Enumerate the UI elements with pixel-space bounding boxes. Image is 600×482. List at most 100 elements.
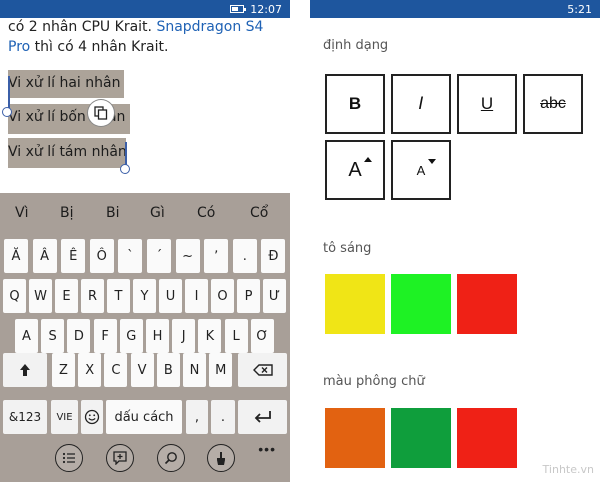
document-link[interactable]: Snapdragon S4 xyxy=(156,19,263,35)
key[interactable]: R xyxy=(81,279,104,313)
right-phone-screen: 5:21 định dạng B I U abc A A tô sáng màu… xyxy=(310,0,600,482)
comment-icon[interactable] xyxy=(106,444,134,472)
underline-label: U xyxy=(480,94,494,113)
more-options-icon[interactable]: ••• xyxy=(258,441,276,457)
selection-start-handle[interactable] xyxy=(2,107,12,117)
key[interactable]: Ê xyxy=(61,239,86,273)
selection-end-handle[interactable] xyxy=(120,164,130,174)
font-color-green-swatch[interactable] xyxy=(391,408,451,468)
space-key[interactable]: dấu cách xyxy=(106,400,182,434)
format-brush-icon[interactable] xyxy=(207,444,235,472)
font-color-orange-swatch[interactable] xyxy=(325,408,385,468)
document-line: có 2 nhân CPU Krait. Snapdragon S4 xyxy=(8,19,263,35)
key[interactable]: Đ xyxy=(261,239,286,273)
strikethrough-label: abc xyxy=(540,95,566,112)
key[interactable]: ` xyxy=(118,239,143,273)
key[interactable]: O xyxy=(211,279,234,313)
key[interactable]: H xyxy=(146,319,169,353)
underline-button[interactable]: U xyxy=(457,74,517,134)
key[interactable]: V xyxy=(130,353,154,387)
key[interactable]: W xyxy=(29,279,52,313)
period-key[interactable]: . xyxy=(211,400,235,434)
key[interactable]: A xyxy=(15,319,38,353)
emoji-icon xyxy=(84,409,100,425)
enter-key[interactable] xyxy=(238,400,287,434)
key[interactable]: N xyxy=(183,353,206,387)
highlight-yellow-swatch[interactable] xyxy=(325,274,385,334)
highlight-red-swatch[interactable] xyxy=(457,274,517,334)
shift-key[interactable] xyxy=(3,353,47,387)
key[interactable]: ´ xyxy=(147,239,171,273)
highlight-green-swatch[interactable] xyxy=(391,274,451,334)
enter-icon xyxy=(254,411,271,423)
list-format-icon[interactable] xyxy=(55,444,83,472)
divider-gap xyxy=(290,0,310,482)
backspace-icon xyxy=(252,364,273,376)
selected-line: Vi xử lí tám nhân xyxy=(8,144,127,160)
find-icon[interactable] xyxy=(157,444,185,472)
triangle-up-icon xyxy=(363,156,372,162)
key[interactable]: E xyxy=(55,279,78,313)
document-text: thì có 4 nhân Krait. xyxy=(30,39,169,55)
document-line: Pro thì có 4 nhân Krait. xyxy=(8,39,168,55)
key[interactable]: D xyxy=(67,319,91,353)
key[interactable]: K xyxy=(198,319,222,353)
left-phone-screen: 12:07 có 2 nhân CPU Krait. Snapdragon S4… xyxy=(0,0,290,482)
app-bar: ••• xyxy=(0,439,290,482)
key[interactable]: Y xyxy=(133,279,156,313)
status-bar: 12:07 xyxy=(0,0,290,18)
copy-icon[interactable] xyxy=(88,100,114,126)
key[interactable]: M xyxy=(209,353,233,387)
key[interactable]: G xyxy=(119,319,143,353)
key[interactable]: B xyxy=(156,353,180,387)
key[interactable]: Ô xyxy=(89,239,114,273)
key[interactable]: P xyxy=(237,279,260,313)
strikethrough-button[interactable]: abc xyxy=(523,74,583,134)
shift-arrow-icon xyxy=(20,364,30,376)
suggestion-item[interactable]: Bi xyxy=(106,205,120,221)
key[interactable]: F xyxy=(93,319,117,353)
language-key[interactable]: VIE xyxy=(51,400,78,434)
key[interactable]: Q xyxy=(3,279,26,313)
italic-button[interactable]: I xyxy=(391,74,451,134)
key[interactable]: U xyxy=(159,279,182,313)
key[interactable]: Ă xyxy=(4,239,28,273)
key[interactable]: L xyxy=(224,319,248,353)
key[interactable]: S xyxy=(41,319,65,353)
suggestion-item[interactable]: Cổ xyxy=(250,205,268,221)
suggestion-item[interactable]: Gì xyxy=(150,205,165,221)
suggestion-item[interactable]: Bị xyxy=(60,205,74,221)
key[interactable]: Ư xyxy=(263,279,286,313)
key[interactable]: T xyxy=(107,279,130,313)
increase-font-size-button[interactable]: A xyxy=(325,140,385,200)
on-screen-keyboard: Vì Bị Bi Gì Có Cổ Ă Â Ê Ô ` ´ ~ ʼ. Đ QWERTYUIOPƯ… xyxy=(0,193,290,482)
suggestion-item[interactable]: Có xyxy=(197,205,215,221)
backspace-key[interactable] xyxy=(238,353,287,387)
font-color-red-swatch[interactable] xyxy=(457,408,517,468)
key[interactable]: Z xyxy=(52,353,75,387)
comma-key[interactable]: , xyxy=(186,400,208,434)
key[interactable]: ~ xyxy=(175,239,200,273)
status-time: 12:07 xyxy=(250,3,282,16)
key[interactable]: ʼ xyxy=(204,239,229,273)
italic-label: I xyxy=(418,94,424,114)
suggestion-item[interactable]: Vì xyxy=(15,205,28,221)
key[interactable]: J xyxy=(172,319,196,353)
bold-button[interactable]: B xyxy=(325,74,385,134)
key[interactable]: I xyxy=(185,279,208,313)
selection-start-line xyxy=(8,76,10,108)
document-link[interactable]: Pro xyxy=(8,39,30,55)
number-mode-key[interactable]: &123 xyxy=(3,400,47,434)
increase-size-label: A xyxy=(348,156,372,182)
decrease-size-label: A xyxy=(417,158,437,178)
key[interactable]: Â xyxy=(32,239,57,273)
highlight-section-label: tô sáng xyxy=(323,241,372,256)
key[interactable]: Ơ xyxy=(250,319,274,353)
key[interactable]: C xyxy=(104,353,128,387)
decrease-font-size-button[interactable]: A xyxy=(391,140,451,200)
font-color-section-label: màu phông chữ xyxy=(323,374,425,389)
status-bar: 5:21 xyxy=(310,0,600,18)
emoji-key[interactable] xyxy=(81,400,103,434)
key[interactable]: . xyxy=(232,239,257,273)
key[interactable]: X xyxy=(78,353,102,387)
